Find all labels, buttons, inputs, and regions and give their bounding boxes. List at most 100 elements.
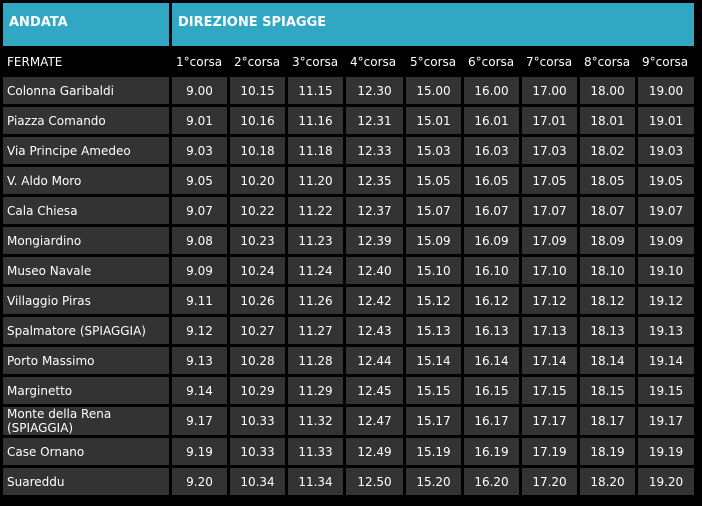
departure-time-cell: 18.02	[580, 137, 635, 164]
departure-time-cell: 9.20	[172, 468, 227, 495]
destination-label: DIREZIONE SPIAGGE	[172, 3, 694, 46]
departure-time-cell: 11.24	[288, 257, 343, 284]
column-header-row: FERMATE 1°corsa 2°corsa 3°corsa 4°corsa …	[3, 49, 694, 74]
departure-time-cell: 17.05	[522, 167, 577, 194]
stop-name-cell: Case Ornano	[3, 438, 169, 465]
departure-time-cell: 18.13	[580, 317, 635, 344]
departure-time-cell: 11.15	[288, 77, 343, 104]
departure-time-cell: 17.12	[522, 287, 577, 314]
departure-time-cell: 10.18	[230, 137, 285, 164]
departure-time-cell: 19.09	[638, 227, 694, 254]
stop-name-cell: Suareddu	[3, 468, 169, 495]
departure-time-cell: 12.44	[346, 347, 403, 374]
stop-name-cell: Cala Chiesa	[3, 197, 169, 224]
timetable: ANDATA DIREZIONE SPIAGGE FERMATE 1°corsa…	[0, 0, 697, 498]
departure-time-cell: 11.18	[288, 137, 343, 164]
departure-time-cell: 10.33	[230, 438, 285, 465]
stop-name-cell: Marginetto	[3, 377, 169, 404]
column-header-stops: FERMATE	[3, 49, 169, 74]
stop-name-cell: Spalmatore (SPIAGGIA)	[3, 317, 169, 344]
stop-name-cell: Museo Navale	[3, 257, 169, 284]
departure-time-cell: 17.03	[522, 137, 577, 164]
departure-time-cell: 18.09	[580, 227, 635, 254]
departure-time-cell: 16.05	[464, 167, 519, 194]
departure-time-cell: 19.01	[638, 107, 694, 134]
departure-time-cell: 11.20	[288, 167, 343, 194]
departure-time-cell: 19.13	[638, 317, 694, 344]
departure-time-cell: 9.09	[172, 257, 227, 284]
departure-time-cell: 12.47	[346, 407, 403, 435]
departure-time-cell: 15.07	[406, 197, 461, 224]
departure-time-cell: 10.27	[230, 317, 285, 344]
table-row: Via Principe Amedeo 9.03 10.18 11.18 12.33 15…	[3, 137, 694, 164]
departure-time-cell: 15.20	[406, 468, 461, 495]
departure-time-cell: 11.29	[288, 377, 343, 404]
departure-time-cell: 11.26	[288, 287, 343, 314]
departure-time-cell: 19.17	[638, 407, 694, 435]
departure-time-cell: 12.37	[346, 197, 403, 224]
column-header-run-7: 7°corsa	[522, 49, 577, 74]
departure-time-cell: 15.13	[406, 317, 461, 344]
departure-time-cell: 10.26	[230, 287, 285, 314]
departure-time-cell: 10.22	[230, 197, 285, 224]
departure-time-cell: 19.10	[638, 257, 694, 284]
departure-time-cell: 12.49	[346, 438, 403, 465]
table-row: Marginetto 9.14 10.29 11.29 12.45 15.15 16.15 1…	[3, 377, 694, 404]
column-header-run-4: 4°corsa	[346, 49, 403, 74]
departure-time-cell: 16.12	[464, 287, 519, 314]
column-header-run-2: 2°corsa	[230, 49, 285, 74]
departure-time-cell: 10.23	[230, 227, 285, 254]
table-row: Suareddu 9.20 10.34 11.34 12.50 15.20 16.20 17.…	[3, 468, 694, 495]
departure-time-cell: 10.15	[230, 77, 285, 104]
departure-time-cell: 11.22	[288, 197, 343, 224]
departure-time-cell: 11.16	[288, 107, 343, 134]
departure-time-cell: 16.13	[464, 317, 519, 344]
departure-time-cell: 9.05	[172, 167, 227, 194]
column-header-run-8: 8°corsa	[580, 49, 635, 74]
column-header-run-9: 9°corsa	[638, 49, 694, 74]
table-row: Cala Chiesa 9.07 10.22 11.22 12.37 15.07 16.07…	[3, 197, 694, 224]
departure-time-cell: 11.32	[288, 407, 343, 435]
departure-time-cell: 17.19	[522, 438, 577, 465]
stop-name-cell: Porto Massimo	[3, 347, 169, 374]
departure-time-cell: 18.17	[580, 407, 635, 435]
direction-label: ANDATA	[3, 3, 169, 46]
departure-time-cell: 12.43	[346, 317, 403, 344]
departure-time-cell: 12.40	[346, 257, 403, 284]
departure-time-cell: 12.30	[346, 77, 403, 104]
stop-name-cell: Monte della Rena (SPIAGGIA)	[3, 407, 169, 435]
departure-time-cell: 12.31	[346, 107, 403, 134]
departure-time-cell: 15.12	[406, 287, 461, 314]
departure-time-cell: 16.07	[464, 197, 519, 224]
column-header-run-6: 6°corsa	[464, 49, 519, 74]
departure-time-cell: 11.34	[288, 468, 343, 495]
departure-time-cell: 16.10	[464, 257, 519, 284]
departure-time-cell: 16.15	[464, 377, 519, 404]
departure-time-cell: 12.35	[346, 167, 403, 194]
departure-time-cell: 17.13	[522, 317, 577, 344]
departure-time-cell: 18.15	[580, 377, 635, 404]
departure-time-cell: 15.14	[406, 347, 461, 374]
stop-name-cell: Mongiardino	[3, 227, 169, 254]
departure-time-cell: 15.15	[406, 377, 461, 404]
departure-time-cell: 17.01	[522, 107, 577, 134]
departure-time-cell: 12.42	[346, 287, 403, 314]
table-row: Spalmatore (SPIAGGIA) 9.12 10.27 11.27 12.43…	[3, 317, 694, 344]
departure-time-cell: 16.14	[464, 347, 519, 374]
column-header-run-1: 1°corsa	[172, 49, 227, 74]
departure-time-cell: 16.19	[464, 438, 519, 465]
departure-time-cell: 9.11	[172, 287, 227, 314]
departure-time-cell: 10.33	[230, 407, 285, 435]
table-row: Piazza Comando 9.01 10.16 11.16 12.31 15.01 16…	[3, 107, 694, 134]
departure-time-cell: 9.00	[172, 77, 227, 104]
departure-time-cell: 10.24	[230, 257, 285, 284]
departure-time-cell: 18.07	[580, 197, 635, 224]
departure-time-cell: 11.28	[288, 347, 343, 374]
stop-name-cell: Colonna Garibaldi	[3, 77, 169, 104]
departure-time-cell: 11.33	[288, 438, 343, 465]
stop-name-cell: V. Aldo Moro	[3, 167, 169, 194]
departure-time-cell: 15.19	[406, 438, 461, 465]
departure-time-cell: 17.10	[522, 257, 577, 284]
stop-name-cell: Via Principe Amedeo	[3, 137, 169, 164]
departure-time-cell: 15.17	[406, 407, 461, 435]
